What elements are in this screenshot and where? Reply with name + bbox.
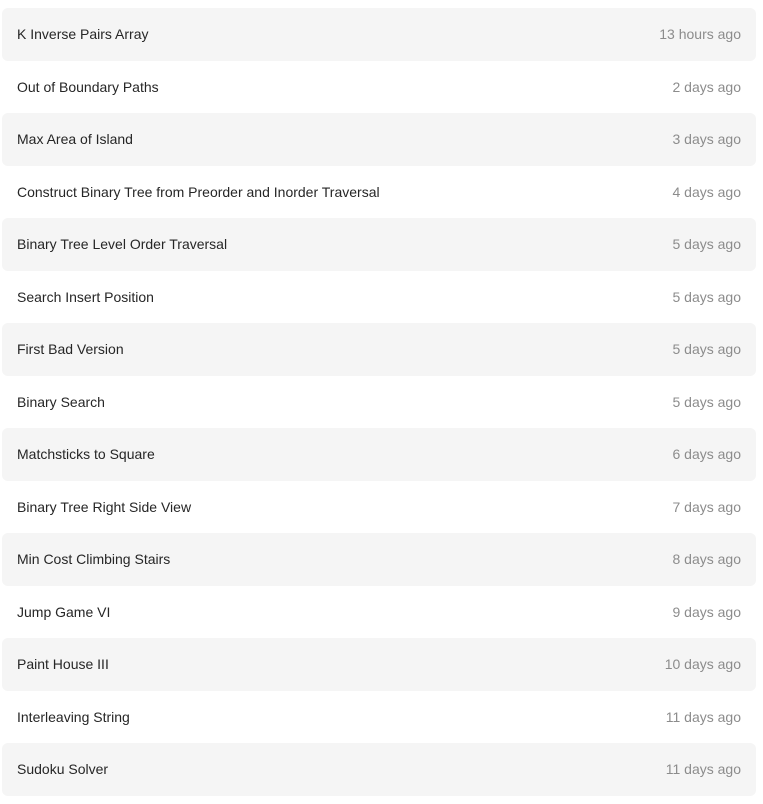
submission-time: 6 days ago (672, 446, 742, 463)
problem-title: Binary Tree Level Order Traversal (17, 236, 228, 253)
problem-title: Sudoku Solver (17, 761, 109, 778)
list-item[interactable]: First Bad Version 5 days ago (2, 323, 756, 376)
problem-title: Paint House III (17, 656, 109, 673)
problem-title: Matchsticks to Square (17, 446, 155, 463)
list-item[interactable]: Binary Tree Level Order Traversal 5 days… (2, 218, 756, 271)
submission-time: 7 days ago (672, 498, 742, 515)
list-item[interactable]: Search Insert Position 5 days ago (2, 271, 756, 324)
recent-submissions-list: K Inverse Pairs Array 13 hours ago Out o… (2, 8, 756, 796)
problem-title: Binary Search (17, 393, 105, 410)
problem-title: Search Insert Position (17, 288, 154, 305)
problem-title: Interleaving String (17, 708, 130, 725)
list-item[interactable]: Binary Search 5 days ago (2, 376, 756, 429)
list-item[interactable]: Paint House III 10 days ago (2, 638, 756, 691)
problem-title: First Bad Version (17, 341, 124, 358)
list-item[interactable]: Sudoku Solver 11 days ago (2, 743, 756, 796)
submission-time: 5 days ago (672, 341, 742, 358)
list-item[interactable]: K Inverse Pairs Array 13 hours ago (2, 8, 756, 61)
list-item[interactable]: Min Cost Climbing Stairs 8 days ago (2, 533, 756, 586)
problem-title: Jump Game VI (17, 603, 111, 620)
list-item[interactable]: Binary Tree Right Side View 7 days ago (2, 481, 756, 534)
submission-time: 9 days ago (672, 603, 742, 620)
list-item[interactable]: Matchsticks to Square 6 days ago (2, 428, 756, 481)
submission-time: 13 hours ago (659, 26, 741, 43)
submission-time: 5 days ago (672, 236, 742, 253)
problem-title: Min Cost Climbing Stairs (17, 551, 171, 568)
submission-time: 11 days ago (665, 761, 741, 778)
problem-title: Construct Binary Tree from Preorder and … (17, 183, 380, 200)
submission-time: 2 days ago (672, 78, 742, 95)
list-item[interactable]: Interleaving String 11 days ago (2, 691, 756, 744)
problem-title: K Inverse Pairs Array (17, 26, 149, 43)
problem-title: Out of Boundary Paths (17, 78, 159, 95)
list-item[interactable]: Construct Binary Tree from Preorder and … (2, 166, 756, 219)
submission-time: 4 days ago (672, 183, 742, 200)
submission-time: 10 days ago (664, 656, 741, 673)
list-item[interactable]: Out of Boundary Paths 2 days ago (2, 61, 756, 114)
submission-time: 8 days ago (672, 551, 742, 568)
submission-time: 3 days ago (672, 131, 742, 148)
list-item[interactable]: Max Area of Island 3 days ago (2, 113, 756, 166)
submission-time: 5 days ago (672, 288, 742, 305)
submission-time: 11 days ago (665, 708, 741, 725)
list-item[interactable]: Jump Game VI 9 days ago (2, 586, 756, 639)
problem-title: Binary Tree Right Side View (17, 498, 192, 515)
submission-time: 5 days ago (672, 393, 742, 410)
problem-title: Max Area of Island (17, 131, 133, 148)
